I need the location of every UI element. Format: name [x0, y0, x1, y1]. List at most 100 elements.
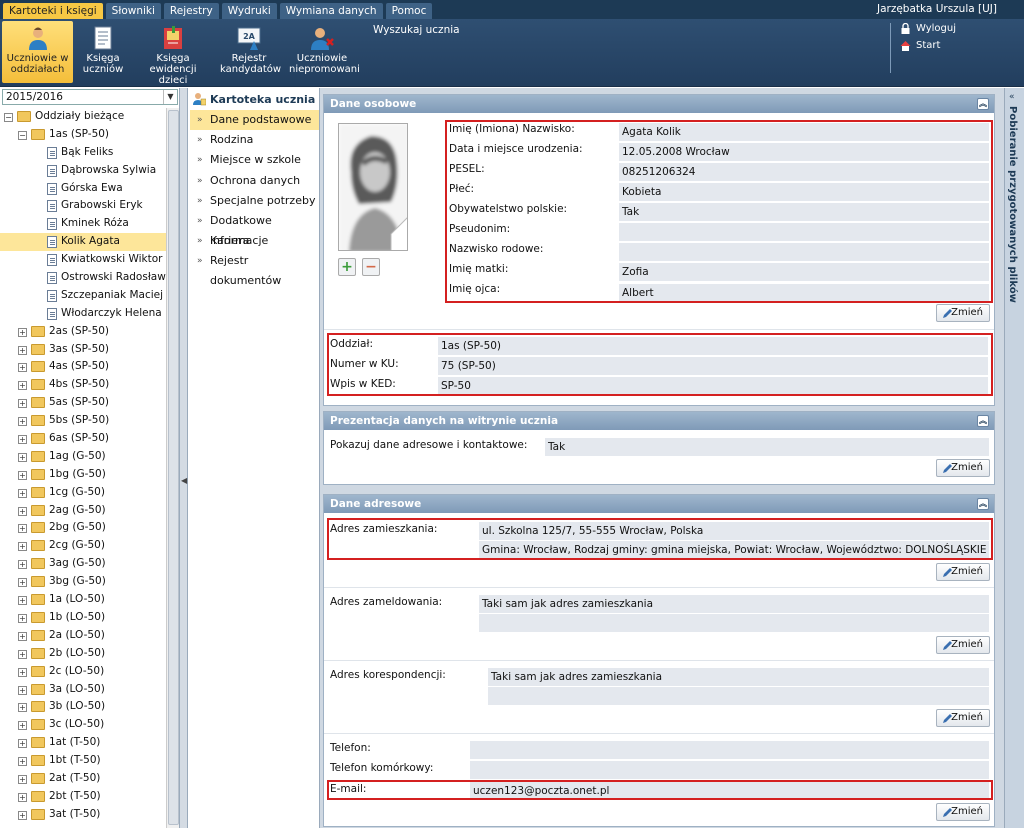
- tree-class[interactable]: +3as (SP-50): [0, 341, 166, 359]
- scrollbar-thumb[interactable]: [168, 110, 179, 825]
- expand-icon[interactable]: +: [18, 345, 27, 355]
- downloads-side-panel[interactable]: « Pobieranie przygotowanych plików: [1004, 88, 1024, 828]
- tree-class[interactable]: +2at (T-50): [0, 770, 166, 788]
- expand-icon[interactable]: +: [18, 363, 27, 373]
- collapse-arrow-icon[interactable]: ◀: [181, 476, 187, 485]
- collapse-icon[interactable]: ︽: [977, 98, 989, 110]
- collapse-icon[interactable]: ︽: [977, 498, 989, 510]
- school-year-select[interactable]: 2015/2016 ▼: [2, 89, 178, 105]
- tree-class[interactable]: +2ag (G-50): [0, 502, 166, 520]
- tree-class[interactable]: +6as (SP-50): [0, 430, 166, 448]
- expand-icon[interactable]: +: [18, 703, 27, 713]
- tree-class[interactable]: +2a (LO-50): [0, 627, 166, 645]
- expand-icon[interactable]: +: [18, 792, 27, 802]
- nav-item-data-protection[interactable]: Ochrona danych: [190, 171, 319, 191]
- tree-class[interactable]: +1cg (G-50): [0, 484, 166, 502]
- expand-icon[interactable]: +: [18, 399, 27, 409]
- student-book-button[interactable]: Księga uczniów: [80, 21, 126, 83]
- tree-student[interactable]: Dąbrowska Sylwia: [0, 162, 166, 180]
- chevron-down-icon[interactable]: ▼: [163, 90, 177, 104]
- nav-item-basic-data[interactable]: Dane podstawowe: [190, 110, 319, 130]
- tree-class[interactable]: +4bs (SP-50): [0, 376, 166, 394]
- not-promoted-button[interactable]: Uczniowie niepromowani: [289, 21, 360, 83]
- tree-student[interactable]: Ostrowski Radosław: [0, 269, 166, 287]
- search-student-link[interactable]: Wyszukaj ucznia: [373, 24, 460, 36]
- tree-student[interactable]: Kolik Agata: [0, 233, 166, 252]
- expand-icon[interactable]: +: [18, 757, 27, 767]
- change-correspondence-button[interactable]: Zmień: [936, 709, 990, 727]
- menu-tab-slowniki[interactable]: Słowniki: [105, 3, 161, 19]
- expand-icon[interactable]: +: [18, 721, 27, 731]
- expand-icon[interactable]: +: [18, 488, 27, 498]
- expand-icon[interactable]: +: [18, 631, 27, 641]
- expand-icon[interactable]: +: [18, 667, 27, 677]
- tree-student[interactable]: Górska Ewa: [0, 180, 166, 198]
- expand-icon[interactable]: +: [18, 578, 27, 588]
- candidates-register-button[interactable]: 2A Rejestr kandydatów: [220, 21, 281, 83]
- nav-item-school-place[interactable]: Miejsce w szkole: [190, 150, 319, 170]
- change-registered-button[interactable]: Zmień: [936, 636, 990, 654]
- menu-tab-wydruki[interactable]: Wydruki: [221, 3, 277, 19]
- tree-class[interactable]: +2as (SP-50): [0, 323, 166, 341]
- expand-icon[interactable]: +: [18, 452, 27, 462]
- tree-class[interactable]: +2cg (G-50): [0, 537, 166, 555]
- nav-item-documents[interactable]: Rejestr dokumentów: [190, 251, 319, 287]
- tree-class[interactable]: +2bt (T-50): [0, 788, 166, 806]
- add-photo-button[interactable]: +: [338, 258, 356, 276]
- logout-link[interactable]: Wyloguj: [900, 23, 956, 34]
- tree-class[interactable]: +3a (LO-50): [0, 681, 166, 699]
- tree-class[interactable]: +2b (LO-50): [0, 645, 166, 663]
- tree-class[interactable]: +1bt (T-50): [0, 752, 166, 770]
- tree-class[interactable]: +3c (LO-50): [0, 716, 166, 734]
- change-contact-button[interactable]: Zmień: [936, 803, 990, 821]
- tree-class[interactable]: +3ag (G-50): [0, 555, 166, 573]
- collapse-tree-icon[interactable]: −: [4, 113, 13, 122]
- expand-icon[interactable]: +: [18, 649, 27, 659]
- tree-class[interactable]: +3bg (G-50): [0, 573, 166, 591]
- expand-icon[interactable]: +: [18, 470, 27, 480]
- tree-class[interactable]: +1at (T-50): [0, 734, 166, 752]
- start-link[interactable]: Start: [900, 40, 940, 51]
- tree-class[interactable]: +2c (LO-50): [0, 663, 166, 681]
- expand-chevron-icon[interactable]: «: [1009, 92, 1015, 102]
- menu-tab-kartoteki[interactable]: Kartoteki i księgi: [3, 3, 103, 19]
- tree-scrollbar[interactable]: [166, 108, 179, 828]
- change-presentation-button[interactable]: Zmień: [936, 459, 990, 477]
- tree-student[interactable]: Włodarczyk Helena: [0, 305, 166, 323]
- tree-class-open[interactable]: − 1as (SP-50): [0, 126, 166, 144]
- collapse-tree-icon[interactable]: −: [18, 130, 27, 140]
- expand-icon[interactable]: +: [18, 542, 27, 552]
- nav-item-family[interactable]: Rodzina: [190, 130, 319, 150]
- nav-item-career[interactable]: Kariera: [190, 231, 319, 251]
- children-register-button[interactable]: Księga ewidencji dzieci: [137, 21, 209, 86]
- expand-icon[interactable]: +: [18, 810, 27, 820]
- expand-icon[interactable]: +: [18, 596, 27, 606]
- expand-icon[interactable]: +: [18, 435, 27, 445]
- tree-student[interactable]: Bąk Feliks: [0, 144, 166, 162]
- panel-splitter[interactable]: ◀: [180, 88, 188, 828]
- expand-icon[interactable]: +: [18, 613, 27, 623]
- remove-photo-button[interactable]: −: [362, 258, 380, 276]
- menu-tab-wymiana[interactable]: Wymiana danych: [279, 3, 383, 19]
- expand-icon[interactable]: +: [18, 524, 27, 534]
- collapse-icon[interactable]: ︽: [977, 415, 989, 427]
- tree-student[interactable]: Szczepaniak Maciej: [0, 287, 166, 305]
- tree-root[interactable]: − Oddziały bieżące: [0, 108, 166, 126]
- tree-class[interactable]: +1ag (G-50): [0, 448, 166, 466]
- tree-class[interactable]: +5bs (SP-50): [0, 412, 166, 430]
- tree-class[interactable]: +1a (LO-50): [0, 591, 166, 609]
- expand-icon[interactable]: +: [18, 685, 27, 695]
- change-personal-button[interactable]: Zmień: [936, 304, 990, 322]
- tree-student[interactable]: Kminek Róża: [0, 215, 166, 233]
- expand-icon[interactable]: +: [18, 774, 27, 784]
- expand-icon[interactable]: +: [18, 417, 27, 427]
- tree-class[interactable]: +5as (SP-50): [0, 394, 166, 412]
- tree-class[interactable]: +1b (LO-50): [0, 609, 166, 627]
- students-in-class-button[interactable]: Uczniowie w oddziałach: [2, 21, 73, 83]
- expand-icon[interactable]: +: [18, 506, 27, 516]
- expand-icon[interactable]: +: [18, 327, 27, 337]
- menu-tab-rejestry[interactable]: Rejestry: [163, 3, 219, 19]
- expand-icon[interactable]: +: [18, 560, 27, 570]
- tree-class[interactable]: +3at (T-50): [0, 806, 166, 824]
- nav-item-additional-info[interactable]: Dodatkowe informacje: [190, 211, 319, 247]
